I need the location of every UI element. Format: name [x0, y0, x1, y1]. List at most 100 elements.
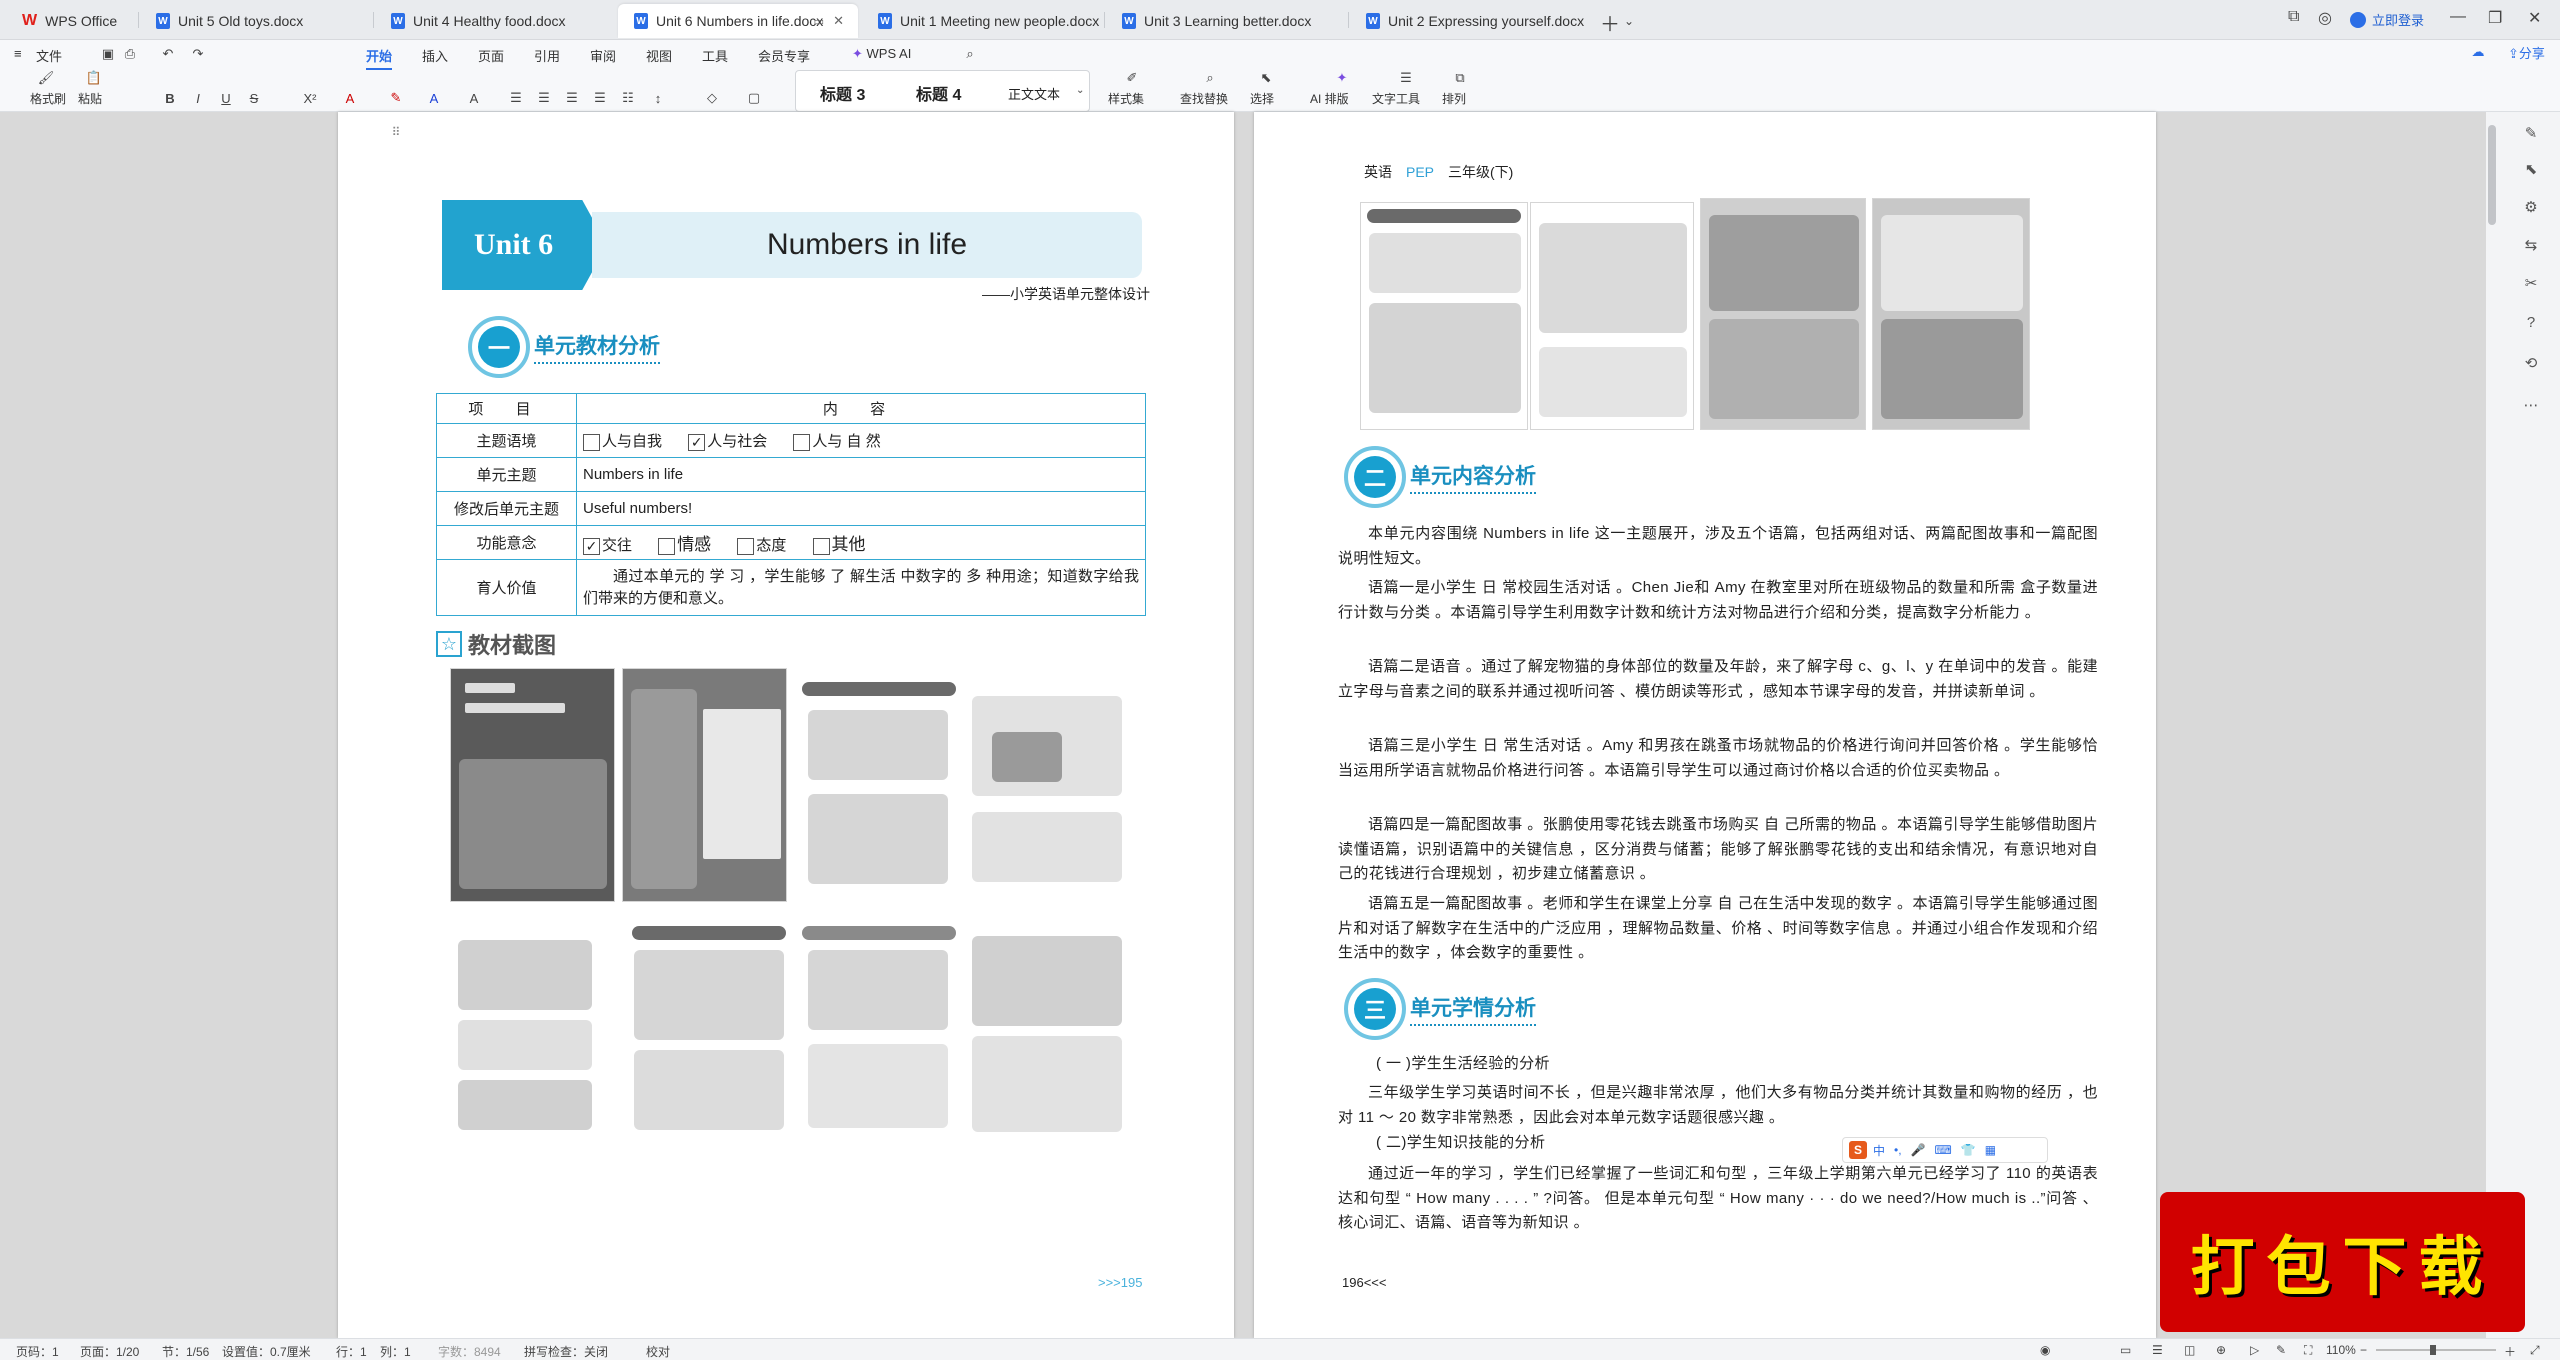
format-painter-icon[interactable]: 🖌 [38, 70, 55, 86]
tab-list-chevron-icon[interactable]: ⌄ [1624, 14, 1634, 28]
italic-icon[interactable]: I [190, 90, 206, 106]
text-tools-label[interactable]: 文字工具 [1372, 90, 1420, 107]
justify-icon[interactable]: ☰ [592, 90, 608, 106]
login-button[interactable]: 立即登录 [2350, 10, 2424, 29]
menu-insert[interactable]: 插入 [422, 46, 448, 65]
checkbox[interactable] [793, 433, 811, 451]
menu-wps-ai[interactable]: ✦ WPS AI [852, 46, 911, 62]
style-more-chevron-icon[interactable]: ⌄ [1076, 85, 1084, 96]
cloud-sync-icon[interactable]: ☁ [2470, 44, 2486, 60]
status-proof[interactable]: 校对 [646, 1343, 670, 1360]
settings-sliders-icon[interactable]: ⚙ [2520, 198, 2542, 220]
read-icon[interactable]: ▷ [2250, 1343, 2259, 1357]
style-set-icon[interactable]: ✐ [1124, 70, 1140, 86]
tab-doc[interactable]: W Unit 1 Meeting new people.docx [862, 4, 1102, 38]
fit-page-icon[interactable]: ⤢ [2530, 1343, 2540, 1358]
skin-icon[interactable]: ◎ [2318, 8, 2332, 28]
style-heading4[interactable]: 标题 4 [916, 81, 961, 105]
vertical-scrollbar[interactable] [2488, 125, 2496, 225]
zoom-out-icon[interactable]: − [2360, 1343, 2367, 1357]
more-icon[interactable]: ⋯ [2520, 396, 2542, 418]
window-mode-icon[interactable]: ⧉ [2288, 8, 2299, 26]
status-row[interactable]: 行：1 [336, 1343, 367, 1360]
arrange-label[interactable]: 排列 [1442, 90, 1466, 107]
search-icon[interactable]: ⌕ [962, 46, 978, 62]
zoom-level[interactable]: 110% [2326, 1343, 2356, 1357]
tab-doc[interactable]: W Unit 3 Learning better.docx [1106, 4, 1346, 38]
menu-home[interactable]: 开始 [366, 46, 393, 70]
mic-icon[interactable]: 🎤 [1911, 1143, 1926, 1157]
ai-layout-label[interactable]: AI 排版 [1310, 90, 1349, 107]
checkbox[interactable] [658, 537, 676, 555]
restore-icon[interactable]: ❐ [2488, 8, 2502, 28]
menu-tools[interactable]: 工具 [702, 46, 728, 65]
find-replace-icon[interactable]: ⌕ [1202, 70, 1218, 86]
skin-shirt-icon[interactable]: 👕 [1961, 1143, 1976, 1157]
zoom-in-icon[interactable]: ＋ [2504, 1343, 2516, 1360]
find-replace-label[interactable]: 查找替换 [1180, 90, 1228, 107]
globe-icon[interactable]: ⊕ [2216, 1343, 2226, 1357]
share-button[interactable]: ⇪分享 [2508, 43, 2545, 62]
highlight-icon[interactable]: ✎ [388, 90, 404, 106]
page-view-icon[interactable]: ▭ [2120, 1343, 2131, 1357]
tab-doc[interactable]: W Unit 5 Old toys.docx [140, 4, 372, 38]
style-body-text[interactable]: 正文文本 [1008, 84, 1060, 103]
tab-doc[interactable]: W Unit 4 Healthy food.docx [375, 4, 615, 38]
drag-handle-icon[interactable]: ⠿ [388, 124, 404, 140]
bold-icon[interactable]: B [162, 90, 178, 106]
select-label[interactable]: 选择 [1250, 90, 1274, 107]
eye-icon[interactable]: ◉ [2040, 1343, 2050, 1357]
status-pages[interactable]: 页面：1/20 [80, 1343, 139, 1360]
redo-icon[interactable]: ↷ [190, 46, 206, 62]
checkbox[interactable] [583, 433, 600, 451]
status-words[interactable]: 字数：8494 [438, 1343, 501, 1360]
checkbox[interactable] [737, 537, 755, 555]
status-col[interactable]: 列：1 [380, 1343, 411, 1360]
align-right-icon[interactable]: ☰ [564, 90, 580, 106]
new-tab-icon[interactable]: ＋ [1600, 8, 1620, 37]
monitor-icon[interactable]: ▭ [814, 15, 824, 28]
minimize-icon[interactable]: — [2450, 8, 2466, 26]
menu-view[interactable]: 视图 [646, 46, 672, 65]
menu-member[interactable]: 会员专享 [758, 46, 810, 65]
style-set-label[interactable]: 样式集 [1108, 90, 1144, 107]
format-painter-label[interactable]: 格式刷 [30, 90, 66, 107]
status-section[interactable]: 节：1/56 [162, 1343, 209, 1360]
save-icon[interactable]: ▣ [100, 46, 116, 62]
backup-icon[interactable]: ⟲ [2520, 354, 2542, 376]
align-center-icon[interactable]: ☰ [536, 90, 552, 106]
paste-icon[interactable]: 📋 [86, 70, 102, 86]
download-package-badge[interactable]: 打包下载 [2160, 1192, 2525, 1332]
ai-layout-icon[interactable]: ✦ [1334, 70, 1350, 86]
status-page[interactable]: 页码：1 [16, 1343, 59, 1360]
select-icon[interactable]: ⬉ [1258, 70, 1274, 86]
paste-label[interactable]: 粘贴 [78, 90, 102, 107]
status-spell[interactable]: 拼写检查：关闭 [524, 1343, 608, 1360]
tools-icon[interactable]: ✂ [2520, 274, 2542, 296]
char-shading-icon[interactable]: A [466, 90, 482, 106]
web-view-icon[interactable]: ◫ [2184, 1343, 2195, 1357]
status-setting[interactable]: 设置值：0.7厘米 [222, 1343, 311, 1360]
distribute-icon[interactable]: ☷ [620, 90, 636, 106]
zoom-slider[interactable] [2376, 1345, 2496, 1355]
tab-doc[interactable]: W Unit 2 Expressing yourself.docx [1350, 4, 1590, 38]
menu-hamburger-icon[interactable]: ≡ [14, 46, 22, 61]
outline-icon[interactable]: ☰ [2152, 1343, 2163, 1357]
zoom-slider-handle[interactable] [2430, 1345, 2436, 1355]
text-tools-icon[interactable]: ☰ [1398, 70, 1414, 86]
checkbox[interactable] [812, 537, 830, 555]
write-icon[interactable]: ✎ [2276, 1343, 2286, 1357]
keyboard-icon[interactable]: ⌨ [1935, 1143, 1952, 1157]
close-tab-icon[interactable]: ✕ [833, 13, 844, 29]
tab-doc-active[interactable]: W Unit 6 Numbers in life.docx ▭ ✕ [618, 4, 858, 38]
menu-reference[interactable]: 引用 [534, 46, 560, 65]
help-icon[interactable]: ? [2520, 314, 2542, 336]
menu-file[interactable]: 文件 [36, 46, 62, 65]
punctuation-icon[interactable]: •, [1894, 1143, 1902, 1157]
tab-wps-office[interactable]: W WPS Office [6, 4, 136, 38]
pen-icon[interactable]: ✎ [2520, 124, 2542, 146]
translate-icon[interactable]: ⇆ [2520, 236, 2542, 258]
border-icon[interactable]: ▢ [746, 90, 762, 106]
font-color-icon[interactable]: A [342, 90, 358, 106]
line-spacing-icon[interactable]: ↕ [650, 90, 666, 106]
